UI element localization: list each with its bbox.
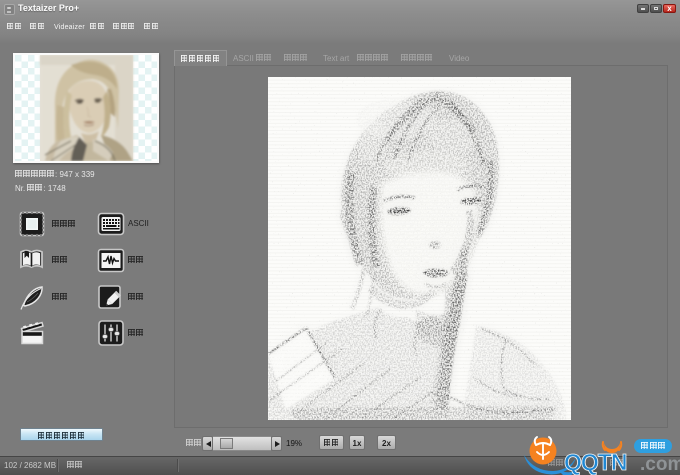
svg-text:QQTN: QQTN [564,449,627,475]
